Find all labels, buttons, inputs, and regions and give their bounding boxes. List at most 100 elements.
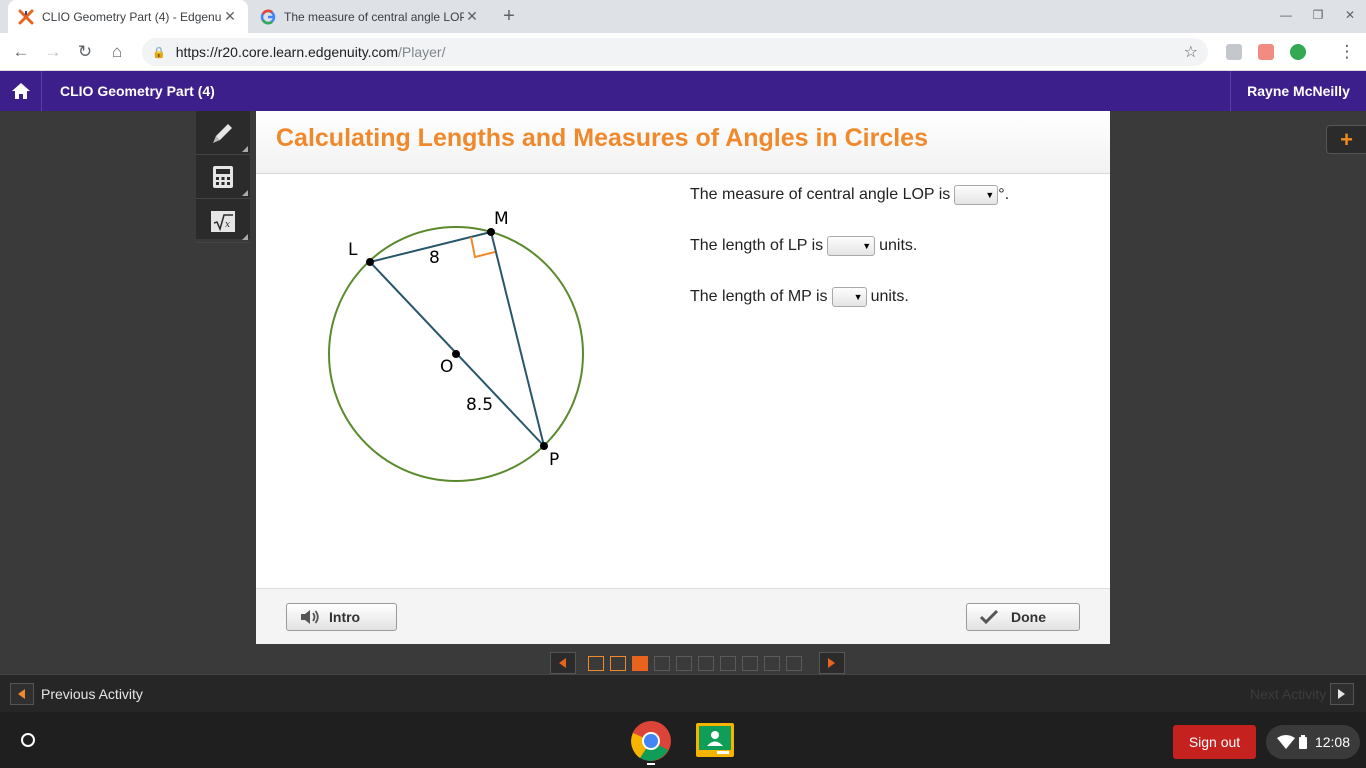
done-label: Done: [1011, 609, 1046, 625]
next-activity-button[interactable]: [1330, 683, 1354, 705]
clock: 12:08: [1314, 734, 1350, 750]
next-page-button[interactable]: [819, 652, 845, 674]
label-l: L: [348, 240, 358, 260]
tab-title: The measure of central angle LOP: [284, 9, 464, 24]
triangle-right-icon: [1338, 689, 1345, 699]
chrome-icon[interactable]: [630, 720, 672, 762]
page-box[interactable]: [654, 655, 670, 671]
expand-plus-button[interactable]: +: [1326, 125, 1366, 154]
speaker-icon: [301, 610, 319, 624]
extension-icon[interactable]: [1258, 44, 1274, 60]
os-shelf: Sign out 12:08: [0, 712, 1366, 768]
reload-icon[interactable]: ↻: [74, 41, 96, 63]
lesson-footer: Intro Done: [256, 588, 1110, 644]
browser-toolbar: ← → ↻ ⌂ 🔒 https://r20.core.learn.edgenui…: [0, 33, 1366, 71]
sign-out-button[interactable]: Sign out: [1173, 725, 1256, 759]
app-home-button[interactable]: [0, 71, 42, 111]
battery-icon: [1298, 735, 1307, 749]
page-box[interactable]: [610, 655, 626, 671]
page-box[interactable]: [588, 655, 604, 671]
checkmark-icon: [979, 609, 999, 625]
address-bar[interactable]: 🔒 https://r20.core.learn.edgenuity.com/P…: [142, 38, 1208, 66]
page-box[interactable]: [698, 655, 714, 671]
question-suffix: °.: [998, 186, 1010, 203]
label-lm-length: 8: [429, 248, 440, 268]
active-app-indicator: [647, 763, 655, 765]
triangle-right-icon: [828, 658, 835, 668]
close-tab-icon[interactable]: ✕: [222, 8, 238, 25]
next-activity-label: Next Activity: [1250, 686, 1327, 702]
google-icon: [260, 9, 276, 24]
page-box[interactable]: [676, 655, 692, 671]
question-length-lp: The length of LP is ▼ units.: [690, 236, 917, 256]
tab-title: CLIO Geometry Part (4) - Edgenuity: [42, 9, 222, 24]
google-classroom-icon[interactable]: [695, 722, 735, 758]
user-name[interactable]: Rayne McNeilly: [1230, 71, 1366, 111]
lock-icon: 🔒: [152, 46, 166, 59]
wifi-icon: [1276, 735, 1295, 749]
new-tab-plus-icon[interactable]: +: [498, 5, 520, 27]
right-angle-marker: [470, 236, 496, 259]
calculator-icon: [213, 165, 233, 188]
length-lp-dropdown[interactable]: ▼: [827, 236, 876, 256]
extension-power-icon[interactable]: [1290, 44, 1306, 60]
lesson-header: Calculating Lengths and Measures of Angl…: [256, 111, 1110, 174]
url-path: /Player/: [398, 44, 446, 60]
tab-edgenuity[interactable]: CLIO Geometry Part (4) - Edgenuity ✕: [8, 0, 248, 33]
menu-kebab-icon[interactable]: ⋮: [1336, 41, 1358, 63]
bookmark-star-icon[interactable]: ☆: [1184, 42, 1198, 62]
page-box[interactable]: [632, 655, 648, 671]
close-tab-icon[interactable]: ✕: [464, 8, 480, 25]
restore-icon[interactable]: ❐: [1308, 8, 1328, 22]
svg-text:x: x: [225, 220, 230, 230]
home-icon[interactable]: ⌂: [106, 41, 128, 63]
question-angle-lop: The measure of central angle LOP is ▼ °.: [690, 185, 1009, 205]
edgenuity-icon: [18, 9, 34, 24]
back-icon[interactable]: ←: [10, 41, 32, 63]
previous-activity-label[interactable]: Previous Activity: [41, 686, 143, 702]
page-box[interactable]: [786, 655, 802, 671]
lesson-title: Calculating Lengths and Measures of Angl…: [276, 124, 928, 152]
activity-nav-bar: Previous Activity Next Activity: [0, 674, 1366, 712]
circle-diagram: L M O P 8 8.5: [328, 209, 584, 482]
minimize-icon[interactable]: —: [1276, 8, 1296, 22]
tool-rail: x: [196, 111, 250, 243]
intro-label: Intro: [329, 609, 361, 625]
question-text: The length of MP is: [690, 288, 828, 305]
page-box[interactable]: [764, 655, 780, 671]
url-host: https://r20.core.learn.edgenuity.com: [175, 44, 399, 60]
pencil-icon: [213, 123, 232, 143]
course-title: CLIO Geometry Part (4): [60, 83, 215, 99]
question-suffix: units.: [870, 288, 909, 305]
app-header: CLIO Geometry Part (4) Rayne McNeilly: [0, 71, 1366, 111]
page-boxes: [585, 655, 805, 671]
label-p: P: [549, 450, 559, 470]
launcher-circle-icon: [21, 733, 35, 747]
point-m: [487, 228, 495, 236]
browser-tab-strip: CLIO Geometry Part (4) - Edgenuity ✕ The…: [0, 0, 1366, 33]
label-o: O: [440, 357, 453, 377]
status-tray[interactable]: 12:08: [1266, 725, 1360, 759]
formula-tool-button[interactable]: x: [196, 199, 250, 243]
triangle-left-icon: [559, 658, 566, 668]
done-button[interactable]: Done: [966, 603, 1080, 631]
pencil-tool-button[interactable]: [196, 111, 250, 155]
calculator-tool-button[interactable]: [196, 155, 250, 199]
tab-google-search[interactable]: The measure of central angle LOP ✕: [250, 0, 490, 33]
close-window-icon[interactable]: ✕: [1340, 8, 1360, 22]
intro-button[interactable]: Intro: [286, 603, 397, 631]
page-box[interactable]: [742, 655, 758, 671]
label-op-length: 8.5: [466, 395, 493, 415]
angle-lop-dropdown[interactable]: ▼: [954, 185, 999, 205]
length-mp-dropdown[interactable]: ▼: [831, 287, 867, 307]
launcher-button[interactable]: [14, 726, 42, 754]
point-p: [540, 442, 548, 450]
page-box[interactable]: [720, 655, 736, 671]
previous-activity-button[interactable]: [10, 683, 34, 705]
label-m: M: [494, 209, 509, 229]
question-text: The measure of central angle LOP is: [690, 186, 951, 203]
extension-icon[interactable]: [1226, 44, 1242, 60]
forward-icon[interactable]: →: [42, 41, 64, 63]
home-icon: [11, 83, 30, 99]
previous-page-button[interactable]: [550, 652, 576, 674]
